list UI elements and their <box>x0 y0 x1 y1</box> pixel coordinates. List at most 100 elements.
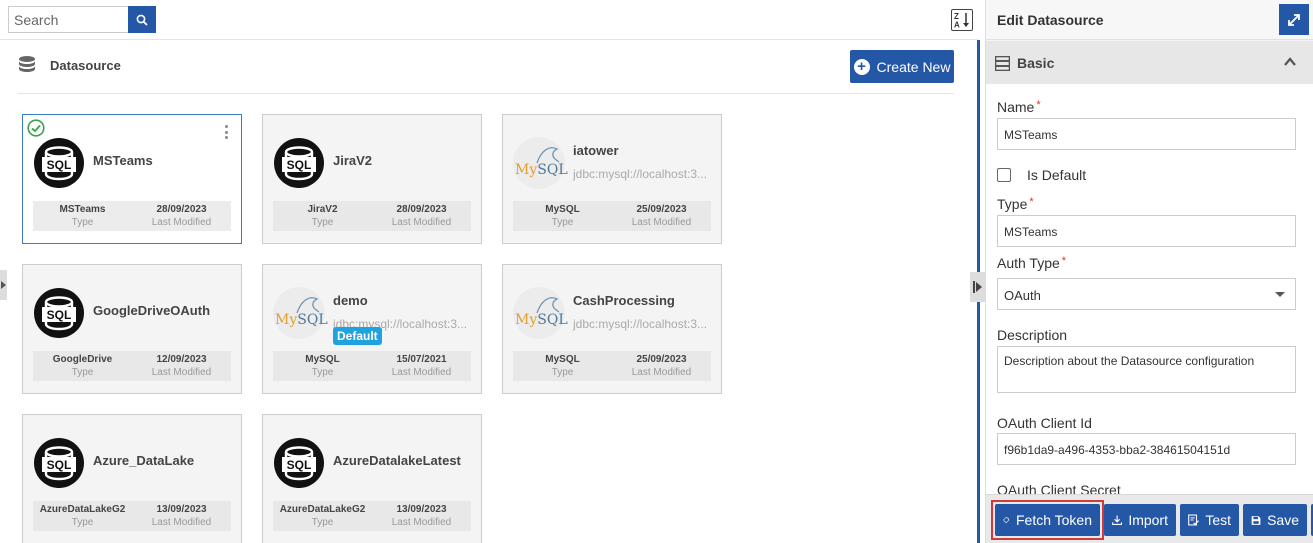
description-field[interactable]: Description about the Datasource configu… <box>997 346 1296 393</box>
fetch-token-button[interactable]: Fetch Token <box>995 504 1100 536</box>
chevron-up-icon[interactable] <box>1283 55 1297 69</box>
type-caption: Type <box>71 367 94 378</box>
type-caption: Type <box>551 367 574 378</box>
datasource-card[interactable]: SQL AzureDatalakeLatest AzureDataLakeG2 … <box>262 414 482 543</box>
type-field[interactable]: MSTeams <box>997 215 1296 247</box>
is-default-label: Is Default <box>1027 167 1087 183</box>
datasource-type: MySQL <box>545 354 580 365</box>
auth-type-select[interactable]: OAuth <box>997 278 1296 310</box>
last-modified-caption: Last Modified <box>151 517 212 528</box>
last-modified-caption: Last Modified <box>631 367 692 378</box>
panel-collapse-handle[interactable] <box>970 272 985 302</box>
last-modified-date: 13/09/2023 <box>156 504 207 515</box>
panel-title: Edit Datasource <box>997 12 1104 28</box>
card-footer: AzureDataLakeG2 Type 13/09/2023 Last Mod… <box>33 501 231 531</box>
type-caption: Type <box>311 367 334 378</box>
save-button[interactable]: Save <box>1243 504 1307 536</box>
divider <box>18 93 954 94</box>
datasource-card[interactable]: MySQL demo jdbc:mysql://localhost:3... Def… <box>262 264 482 394</box>
create-new-button[interactable]: + Create New <box>850 50 954 83</box>
last-modified-caption: Last Modified <box>151 367 212 378</box>
test-label: Test <box>1205 512 1231 528</box>
datasource-card[interactable]: MySQL iatower jdbc:mysql://localhost:3...… <box>502 114 722 244</box>
datasource-type: GoogleDrive <box>52 354 113 365</box>
datasource-url: jdbc:mysql://localhost:3... <box>573 317 708 331</box>
datasource-card[interactable]: SQL MSTeams MSTeams Type 28/09/2023 Last… <box>22 114 242 244</box>
sql-database-icon: SQL <box>34 288 84 338</box>
form-icon <box>995 56 1010 71</box>
last-modified-date: 15/07/2021 <box>396 354 447 365</box>
save-icon <box>1251 515 1261 525</box>
datasource-card[interactable]: SQL GoogleDriveOAuth GoogleDrive Type 12… <box>22 264 242 394</box>
search-button[interactable] <box>128 6 156 33</box>
import-button[interactable]: Import <box>1104 504 1176 536</box>
datasource-type: AzureDataLakeG2 <box>279 504 366 515</box>
datasource-type: MSTeams <box>59 204 106 215</box>
expand-icon <box>1288 13 1300 26</box>
mysql-logo-my: My <box>275 312 298 328</box>
client-id-field[interactable]: f96b1da9-a496-4353-bba2-38461504151d <box>997 433 1296 465</box>
is-default-checkbox[interactable] <box>997 168 1011 182</box>
chevron-down-icon <box>1275 292 1285 297</box>
basic-section-title: Basic <box>1017 55 1055 71</box>
datasource-url: jdbc:mysql://localhost:3... <box>573 167 708 181</box>
datasource-name: demo <box>333 293 368 308</box>
last-modified-caption: Last Modified <box>391 217 452 228</box>
datasource-name: MSTeams <box>93 153 153 168</box>
edit-datasource-panel: Edit Datasource Basic Name * MSTeams Is … <box>985 0 1313 543</box>
last-modified-caption: Last Modified <box>151 217 212 228</box>
basic-section-header[interactable]: Basic <box>986 41 1313 84</box>
card-footer: MSTeams Type 28/09/2023 Last Modified <box>33 201 231 231</box>
card-footer: MySQL Type 25/09/2023 Last Modified <box>513 351 711 381</box>
datasource-card[interactable]: MySQL CashProcessing jdbc:mysql://localho… <box>502 264 722 394</box>
save-label: Save <box>1267 512 1299 528</box>
client-id-label: OAuth Client Id <box>997 415 1092 431</box>
type-label: Type * <box>997 196 1034 212</box>
expand-button[interactable] <box>1279 4 1309 35</box>
auth-type-label: Auth Type * <box>997 255 1067 271</box>
datasource-form: Name * MSTeams Is Default Type * MSTeams A… <box>986 84 1313 494</box>
last-modified-date: 28/09/2023 <box>396 204 447 215</box>
sql-database-icon: SQL <box>274 438 324 488</box>
name-label: Name * <box>997 99 1041 115</box>
datasource-name: iatower <box>573 143 619 158</box>
client-secret-label: OAuth Client Secret <box>997 482 1121 494</box>
sql-database-icon: SQL <box>274 138 324 188</box>
sort-alpha-icon[interactable]: Z A <box>951 9 973 31</box>
type-caption: Type <box>551 217 574 228</box>
last-modified-date: 25/09/2023 <box>636 204 687 215</box>
last-modified-date: 13/09/2023 <box>396 504 447 515</box>
section-header: Datasource <box>18 55 121 75</box>
type-caption: Type <box>311 517 334 528</box>
datasource-type: AzureDataLakeG2 <box>39 504 126 515</box>
datasource-type: JiraV2 <box>307 204 338 215</box>
sql-database-icon: SQL <box>34 438 84 488</box>
datasource-name: CashProcessing <box>573 293 675 308</box>
last-modified-date: 12/09/2023 <box>156 354 207 365</box>
search-icon <box>136 14 148 26</box>
mysql-logo-sql: SQL <box>537 312 568 328</box>
database-icon <box>19 56 35 72</box>
svg-text:SQL: SQL <box>287 458 312 472</box>
sql-database-icon: SQL <box>34 138 84 188</box>
type-caption: Type <box>71 217 94 228</box>
name-field[interactable]: MSTeams <box>997 118 1296 150</box>
type-caption: Type <box>311 217 334 228</box>
search-input[interactable] <box>8 6 128 33</box>
download-icon <box>1112 515 1123 526</box>
left-collapse-handle[interactable] <box>0 270 7 300</box>
app-root: Z A Datasource + Create New <box>0 0 1313 543</box>
mysql-logo-my: My <box>515 162 538 178</box>
more-options-icon[interactable] <box>225 125 229 139</box>
action-bar: Fetch Token Import Test Save <box>986 494 1313 543</box>
card-footer: MySQL Type 15/07/2021 Last Modified <box>273 351 471 381</box>
svg-text:SQL: SQL <box>47 458 72 472</box>
mysql-logo-sql: SQL <box>297 312 328 328</box>
datasource-card[interactable]: SQL JiraV2 JiraV2 Type 28/09/2023 Last M… <box>262 114 482 244</box>
card-footer: AzureDataLakeG2 Type 13/09/2023 Last Mod… <box>273 501 471 531</box>
last-modified-caption: Last Modified <box>391 517 452 528</box>
datasource-name: Azure_DataLake <box>93 453 195 468</box>
test-button[interactable]: Test <box>1180 504 1239 536</box>
default-badge: Default <box>333 327 382 345</box>
datasource-card[interactable]: SQL Azure_DataLake AzureDataLakeG2 Type … <box>22 414 242 543</box>
